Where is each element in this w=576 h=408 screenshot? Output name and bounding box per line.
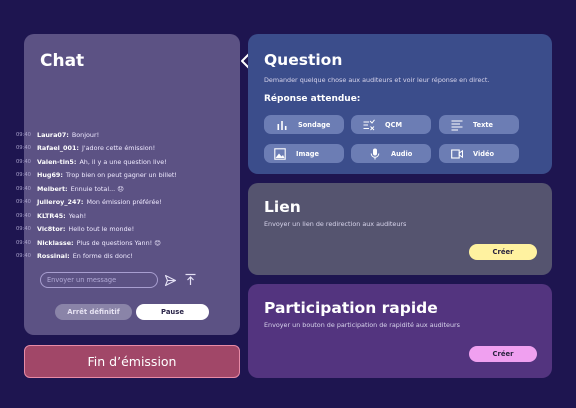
video-camera-icon xyxy=(451,148,463,159)
message-author: Rossinal: xyxy=(37,252,70,261)
chat-message: 09:40 Hug69: Trop bien on peut gagner un b… xyxy=(16,169,212,183)
message-text: Ah, il y a une question live! xyxy=(79,157,167,166)
link-description: Envoyer un lien de redirection aux audit… xyxy=(264,220,407,228)
chat-message-input[interactable] xyxy=(40,272,158,288)
bar-chart-icon xyxy=(277,120,287,130)
chat-message: 09:40 Rafael_001: J'adore cette émission! xyxy=(16,142,212,156)
option-video-button[interactable]: Vidéo xyxy=(439,144,519,163)
message-time: 09:40 xyxy=(16,239,31,246)
create-quick-participation-button[interactable]: Créer xyxy=(469,346,537,362)
chat-message: 09:40 Julleroy_247: Mon émission préférée! xyxy=(16,196,212,210)
message-author: Rafael_001: xyxy=(37,144,79,153)
message-author: Melbert: xyxy=(37,184,68,193)
message-time: 09:40 xyxy=(16,226,31,233)
chat-message: 09:40 Rossinal: En forme dis donc! xyxy=(16,250,212,264)
option-label: Vidéo xyxy=(473,149,494,158)
chat-message-list: 09:40 Laura07: Bonjour! 09:40 Rafael_001: J'… xyxy=(16,128,212,263)
image-icon xyxy=(274,147,286,160)
question-card: Question Demander quelque chose aux audi… xyxy=(248,34,552,174)
message-time: 09:40 xyxy=(16,131,31,138)
microphone-icon xyxy=(370,148,380,159)
send-icon[interactable] xyxy=(164,274,177,287)
message-text: Yeah! xyxy=(68,211,87,220)
stop-broadcast-button[interactable]: Arrêt définitif xyxy=(55,304,132,320)
message-time: 09:40 xyxy=(16,253,31,260)
text-lines-icon xyxy=(451,120,463,130)
option-label: Audio xyxy=(391,149,413,158)
message-author: Valen-tin5: xyxy=(37,157,77,166)
chat-message: 09:40 Valen-tin5: Ah, il y a une question … xyxy=(16,155,212,169)
option-label: QCM xyxy=(385,120,403,129)
quick-participation-title: Participation rapide xyxy=(264,299,438,317)
option-image-button[interactable]: Image xyxy=(264,144,344,163)
message-text: En forme dis donc! xyxy=(72,252,133,261)
upload-icon[interactable] xyxy=(184,273,197,286)
message-text: Mon émission préférée! xyxy=(86,198,162,207)
option-label: Texte xyxy=(473,120,493,129)
option-label: Image xyxy=(296,149,319,158)
message-time: 09:40 xyxy=(16,212,31,219)
message-author: Hug69: xyxy=(37,171,63,180)
chat-message: 09:40 KLTR45: Yeah! xyxy=(16,209,212,223)
chat-message: 09:40 Laura07: Bonjour! xyxy=(16,128,212,142)
message-author: Julleroy_247: xyxy=(37,198,84,207)
message-text: Ennuie total... 😞 xyxy=(70,184,124,193)
message-author: Laura07: xyxy=(37,130,69,139)
end-broadcast-button[interactable]: Fin d’émission xyxy=(24,345,240,378)
question-description: Demander quelque chose aux auditeurs et … xyxy=(264,76,490,84)
chat-title: Chat xyxy=(40,51,85,71)
quick-participation-description: Envoyer un bouton de participation de ra… xyxy=(264,321,460,329)
option-mcq-button[interactable]: QCM xyxy=(351,115,431,134)
checklist-icon xyxy=(363,118,375,130)
message-author: Nicklasse: xyxy=(37,238,74,247)
option-poll-button[interactable]: Sondage xyxy=(264,115,344,134)
quick-participation-card: Participation rapide Envoyer un bouton d… xyxy=(248,284,552,378)
expected-answer-label: Réponse attendue: xyxy=(264,94,361,104)
chat-message: 09:40 Melbert: Ennuie total... 😞 xyxy=(16,182,212,196)
message-text: Trop bien on peut gagner un billet! xyxy=(65,171,177,180)
option-text-button[interactable]: Texte xyxy=(439,115,519,134)
chat-message: 09:40 Vic8tor: Hello tout le monde! xyxy=(16,223,212,237)
question-title: Question xyxy=(264,51,343,69)
message-time: 09:40 xyxy=(16,172,31,179)
message-time: 09:40 xyxy=(16,199,31,206)
message-text: Hello tout le monde! xyxy=(68,225,135,234)
link-title: Lien xyxy=(264,198,301,216)
option-audio-button[interactable]: Audio xyxy=(351,144,431,163)
chat-message: 09:40 Nicklasse: Plus de questions Yann! 😊 xyxy=(16,236,212,250)
message-author: Vic8tor: xyxy=(37,225,66,234)
message-time: 09:40 xyxy=(16,158,31,165)
option-label: Sondage xyxy=(298,120,331,129)
message-time: 09:40 xyxy=(16,145,31,152)
pause-button[interactable]: Pause xyxy=(136,304,209,320)
message-text: Bonjour! xyxy=(71,130,100,139)
create-link-button[interactable]: Créer xyxy=(469,244,537,260)
link-card: Lien Envoyer un lien de redirection aux … xyxy=(248,183,552,275)
message-author: KLTR45: xyxy=(37,211,66,220)
message-text: Plus de questions Yann! 😊 xyxy=(76,238,161,247)
message-text: J'adore cette émission! xyxy=(81,144,156,153)
message-time: 09:40 xyxy=(16,185,31,192)
